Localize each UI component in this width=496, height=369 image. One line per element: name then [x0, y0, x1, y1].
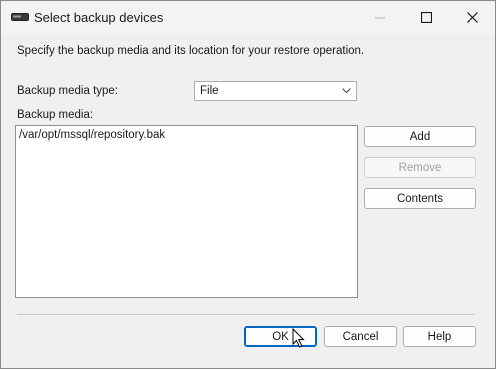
title-bar: Select backup devices: [1, 1, 495, 34]
chevron-down-icon: [342, 88, 351, 94]
select-backup-devices-window: Select backup devices Specify the backup…: [0, 0, 496, 369]
close-icon: [466, 12, 478, 23]
ok-button[interactable]: OK: [244, 326, 317, 347]
add-button[interactable]: Add: [364, 126, 476, 147]
help-button[interactable]: Help: [403, 326, 476, 347]
close-button[interactable]: [449, 1, 495, 34]
dialog-body: Specify the backup media and its locatio…: [1, 34, 495, 368]
maximize-button[interactable]: [403, 1, 449, 34]
backup-media-label: Backup media:: [17, 109, 94, 121]
contents-button[interactable]: Contents: [364, 188, 476, 209]
dialog-description: Specify the backup media and its locatio…: [17, 45, 365, 57]
minimize-icon: [375, 17, 385, 18]
backup-device-icon: [11, 13, 29, 21]
separator: [17, 314, 475, 315]
media-type-value: File: [200, 85, 219, 97]
list-item[interactable]: /var/opt/mssql/repository.bak: [19, 129, 165, 141]
media-type-dropdown[interactable]: File: [194, 81, 357, 101]
window-title: Select backup devices: [34, 10, 164, 25]
mouse-pointer-icon: [292, 328, 305, 348]
remove-button[interactable]: Remove: [364, 157, 476, 178]
backup-media-list[interactable]: /var/opt/mssql/repository.bak: [15, 125, 358, 298]
minimize-button[interactable]: [357, 1, 403, 34]
media-type-label: Backup media type:: [17, 85, 119, 97]
cancel-button[interactable]: Cancel: [324, 326, 397, 347]
maximize-icon: [420, 12, 432, 23]
